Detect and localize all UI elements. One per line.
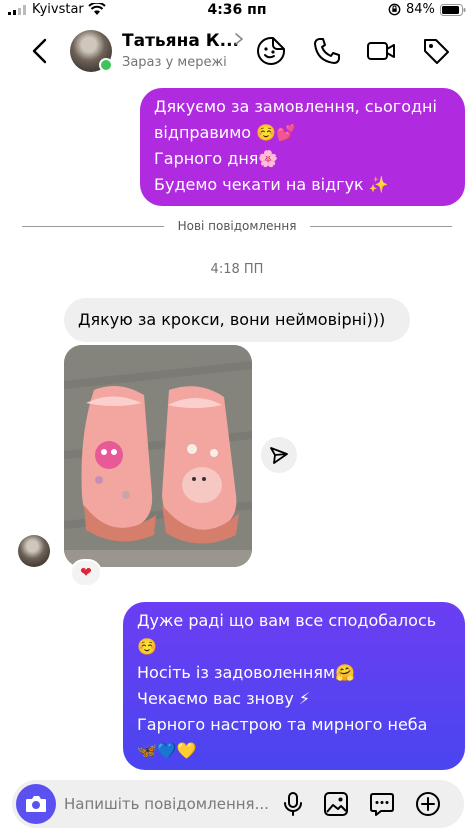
divider-line [310, 226, 452, 227]
battery-percent: 84% [406, 2, 435, 17]
back-icon[interactable] [28, 37, 52, 65]
message-line: Будемо чекати на відгук ✨ [154, 175, 389, 194]
orientation-lock-icon [388, 3, 401, 16]
camera-icon [26, 796, 46, 812]
add-icon[interactable] [415, 791, 441, 817]
sticker-chat-icon[interactable] [369, 791, 395, 817]
message-composer [12, 780, 464, 828]
message-line: Носіть із задоволенням🤗 [137, 663, 355, 682]
message-timestamp: 4:18 ПП [210, 262, 264, 277]
message-line: Дякуємо за замовлення, сьогодні [154, 97, 437, 116]
new-messages-divider: Нові повідомлення [22, 218, 452, 236]
crocs-photo[interactable] [64, 345, 252, 567]
message-line: ☺️ [137, 637, 157, 656]
phone-icon[interactable] [312, 36, 342, 66]
message-line: Гарного настрою та мирного неба [137, 715, 428, 734]
sticker-icon[interactable] [256, 36, 286, 66]
video-icon[interactable] [366, 36, 396, 66]
chat-header: Татьяна К... Зараз у мережі [0, 22, 474, 82]
message-input[interactable] [64, 794, 274, 814]
heart-reaction[interactable]: ❤ [70, 559, 102, 587]
incoming-message[interactable]: Дякую за крокси, вони неймовірні))) [64, 298, 410, 342]
tag-icon[interactable] [421, 36, 451, 66]
share-button[interactable] [261, 437, 297, 473]
camera-button[interactable] [16, 784, 56, 824]
contact-status: Зараз у мережі [122, 55, 227, 70]
message-line: відправимо ☺️💕 [154, 123, 296, 142]
outgoing-message[interactable]: Дуже раді що вам все сподобалось ☺️ Носі… [123, 602, 465, 770]
microphone-icon[interactable] [280, 791, 306, 817]
battery-icon [440, 4, 466, 16]
online-indicator [99, 58, 113, 72]
outgoing-message[interactable]: Дякуємо за замовлення, сьогодні відправи… [140, 88, 465, 206]
message-line: 🦋💙💛 [137, 741, 197, 760]
message-line: Дуже раді що вам все сподобалось [137, 611, 437, 630]
message-line: Чекаємо вас знову ⚡ [137, 689, 311, 708]
gallery-icon[interactable] [323, 791, 349, 817]
chevron-right-icon[interactable] [234, 32, 244, 46]
clock: 4:36 пп [207, 2, 267, 18]
sender-avatar[interactable] [18, 535, 50, 567]
send-icon [270, 447, 288, 464]
contact-name[interactable]: Татьяна К... [122, 31, 239, 51]
message-line: Гарного дня🌸 [154, 149, 279, 168]
status-bar: Kyivstar 4:36 пп 84% [0, 0, 474, 22]
